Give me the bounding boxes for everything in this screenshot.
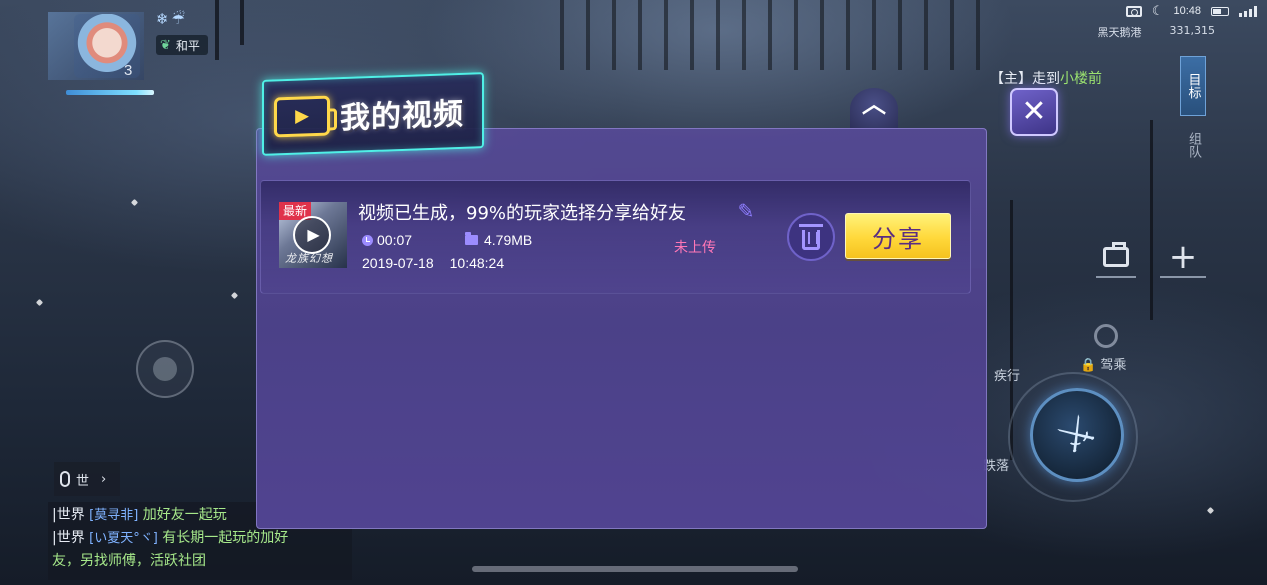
- peace-mode-label: 和平: [175, 38, 200, 53]
- tab-team[interactable]: 组队: [1184, 132, 1203, 158]
- upload-status: 未上传: [674, 240, 716, 256]
- quest-verb: 走到: [1032, 71, 1060, 87]
- close-button[interactable]: ✕: [1010, 88, 1058, 136]
- device-status-bar: ☾ 10:48: [1125, 3, 1257, 19]
- chat-channel: |世界: [52, 530, 85, 546]
- pencil-icon[interactable]: ✎: [733, 198, 759, 224]
- quest-target: 小楼前: [1060, 71, 1102, 87]
- chevron-up-icon: ︿: [862, 90, 886, 118]
- microphone-icon[interactable]: [60, 471, 70, 487]
- toolbox-button[interactable]: [1096, 238, 1136, 278]
- panel-title-tag: ▶ 我的视频: [262, 72, 484, 156]
- background-tree: [1150, 120, 1153, 320]
- delete-button[interactable]: [787, 213, 835, 261]
- play-button[interactable]: ▶: [293, 216, 331, 254]
- quest-tracker[interactable]: 【主】走到小楼前: [990, 68, 1102, 88]
- movement-joystick[interactable]: [136, 340, 194, 398]
- video-size: 4.79MB: [465, 232, 532, 248]
- location-name: 黑天鹅港: [1097, 26, 1142, 39]
- video-date: 2019-07-18: [362, 255, 434, 271]
- chat-sender[interactable]: [い夏天°ヾ]: [89, 531, 158, 546]
- chat-line: |世界 [い夏天°ヾ] 有长期一起玩的加好: [52, 527, 348, 550]
- video-thumbnail[interactable]: 最新 ▶ 龙族幻想: [279, 202, 347, 268]
- chat-line: 友，另找师傅，活跃社团: [52, 550, 348, 573]
- coordinates: 331,315: [1169, 24, 1216, 37]
- background-fence: [560, 0, 980, 70]
- moon-icon: ☾: [1151, 3, 1164, 18]
- video-duration: 00:07: [362, 232, 412, 248]
- collapse-button[interactable]: ︿: [850, 88, 898, 130]
- sprint-label[interactable]: 疾行: [994, 365, 1020, 384]
- share-button[interactable]: 分享: [845, 213, 951, 259]
- tab-target[interactable]: 目标: [1180, 56, 1206, 116]
- health-bar: [66, 90, 154, 95]
- camera-icon[interactable]: [1125, 5, 1142, 17]
- play-icon: ▶: [307, 225, 320, 244]
- video-title: 视频已生成，99%的玩家选择分享给好友: [358, 203, 687, 224]
- game-logo: 龙族幻想: [285, 252, 333, 265]
- background-tree: [240, 0, 244, 45]
- panel-title: 我的视频: [340, 96, 464, 137]
- background-tree: [215, 0, 219, 60]
- chat-message: 有长期一起玩的加好: [162, 530, 289, 546]
- size-value: 4.79MB: [484, 232, 533, 248]
- attack-button[interactable]: ⚔: [1030, 388, 1124, 482]
- chat-channel-toggle[interactable]: 世 ›: [54, 462, 120, 496]
- leaf-icon: ❦: [160, 37, 171, 53]
- chevron-right-icon: ›: [101, 471, 107, 487]
- duration-value: 00:07: [377, 232, 413, 248]
- add-button[interactable]: +: [1160, 238, 1206, 278]
- quest-type: 【主】: [990, 71, 1032, 87]
- player-level: 3: [124, 62, 133, 79]
- video-timestamp: 2019-07-18 10:48:24: [362, 255, 504, 271]
- video-time: 10:48:24: [449, 255, 505, 271]
- chat-message: 友，另找师傅，活跃社团: [52, 553, 206, 569]
- close-icon: ✕: [1021, 94, 1047, 129]
- trash-icon: [799, 224, 823, 250]
- folder-icon: [465, 232, 478, 245]
- toolbox-icon: [1103, 242, 1129, 267]
- clock-icon: [362, 234, 373, 246]
- chat-message: 加好友一起玩: [142, 507, 227, 523]
- plus-icon: +: [1168, 237, 1198, 277]
- chat-channel-label: 世: [76, 473, 90, 489]
- battery-icon: [1211, 6, 1229, 16]
- weather-status-icon: ❄☔: [156, 10, 189, 28]
- clock-time: 10:48: [1173, 5, 1201, 17]
- video-icon: ▶: [274, 95, 330, 138]
- location-readout: 黑天鹅港 331,315: [1098, 24, 1216, 40]
- peace-mode-badge[interactable]: ❦ 和平: [156, 35, 208, 55]
- chat-sender[interactable]: [莫寻非]: [89, 508, 138, 523]
- steering-wheel-icon[interactable]: [1094, 324, 1118, 348]
- sword-icon: ⚔: [1049, 405, 1105, 465]
- ride-label: 🔒 驾乘: [1080, 358, 1127, 373]
- signal-icon: [1239, 5, 1257, 17]
- home-indicator[interactable]: [472, 566, 798, 572]
- chat-channel: |世界: [52, 507, 85, 523]
